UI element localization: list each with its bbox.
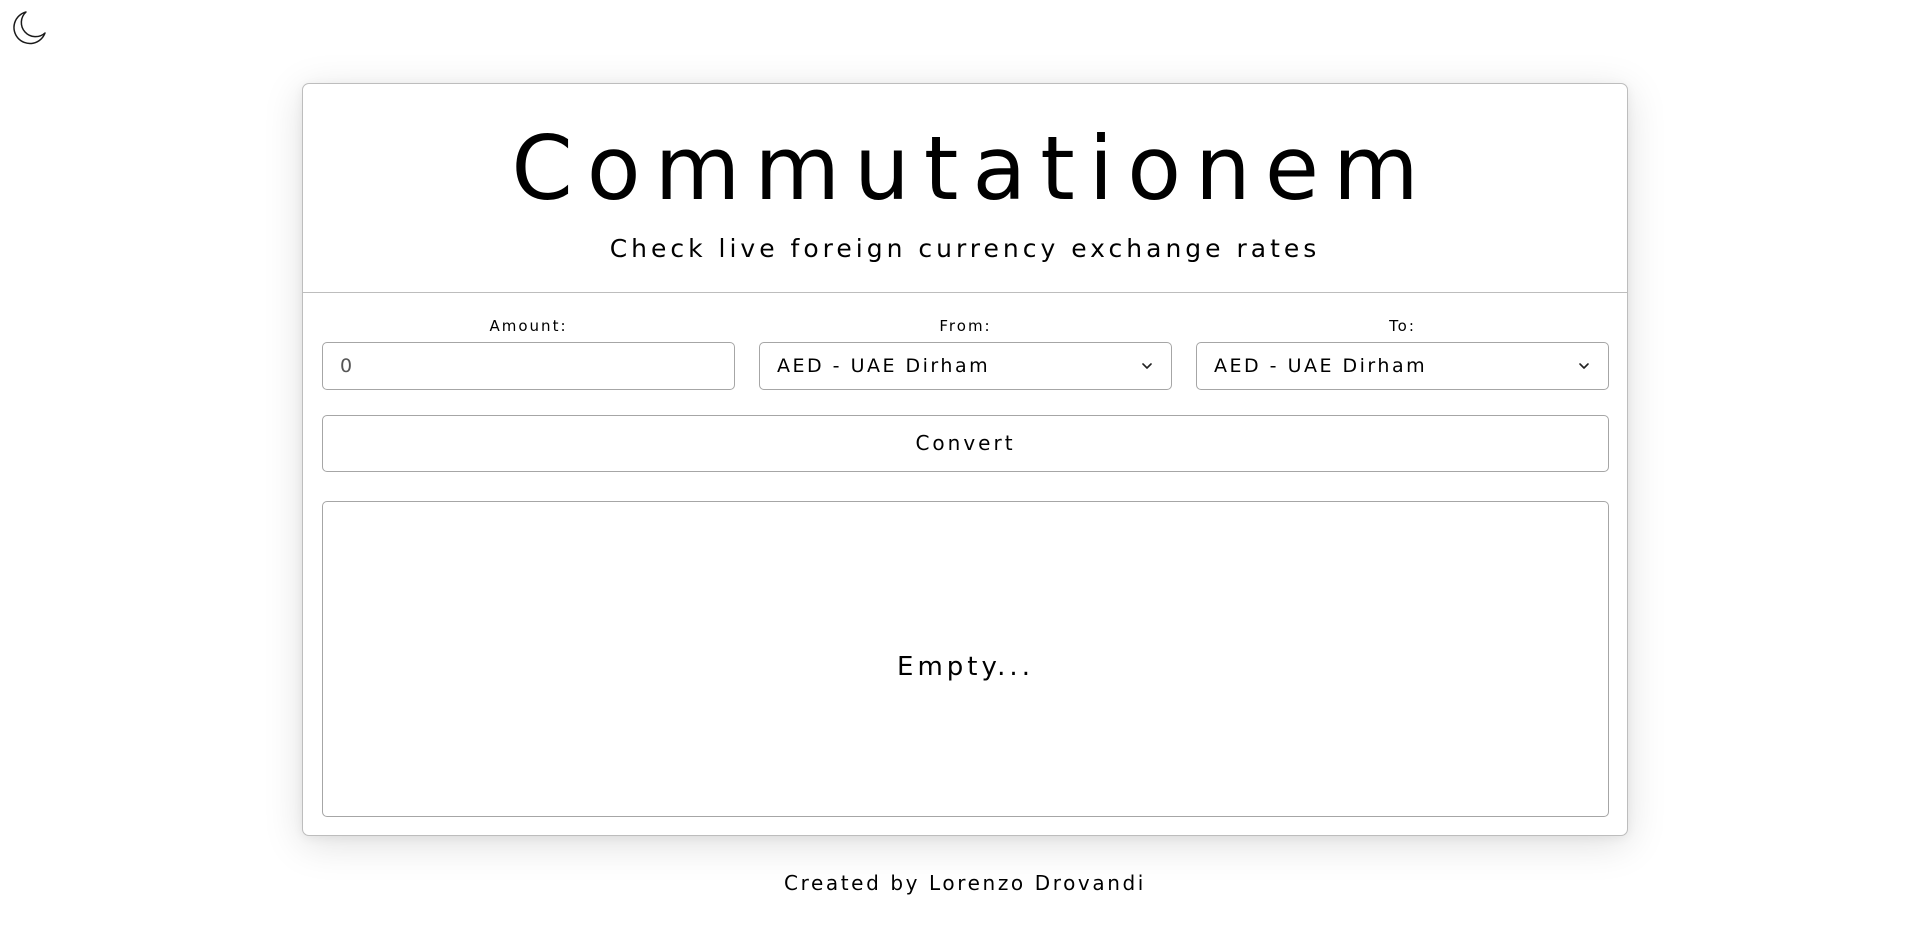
from-currency-select[interactable]: AED - UAE Dirham (759, 342, 1172, 390)
to-currency-select[interactable]: AED - UAE Dirham (1196, 342, 1609, 390)
convert-button[interactable]: Convert (322, 415, 1609, 472)
from-label: From: (939, 317, 992, 335)
moon-icon (13, 11, 46, 45)
amount-input-value: 0 (340, 355, 355, 377)
app-title: Commutationem (511, 117, 1433, 220)
chevron-down-icon (1579, 363, 1589, 369)
footer-credit: Created by Lorenzo Drovandi (784, 871, 1146, 895)
amount-input[interactable]: 0 (322, 342, 735, 390)
to-label: To: (1389, 317, 1416, 335)
result-text: Empty... (897, 652, 1034, 682)
card-header: Commutationem Check live foreign currenc… (303, 84, 1627, 293)
to-currency-value: AED - UAE Dirham (1214, 355, 1428, 377)
converter-card: Commutationem Check live foreign currenc… (302, 83, 1628, 836)
from-currency-value: AED - UAE Dirham (777, 355, 991, 377)
amount-label: Amount: (489, 317, 568, 335)
chevron-down-icon (1142, 363, 1152, 369)
theme-toggle-button[interactable] (9, 8, 49, 48)
result-panel: Empty... (322, 501, 1609, 817)
app-subtitle: Check live foreign currency exchange rat… (609, 234, 1321, 263)
